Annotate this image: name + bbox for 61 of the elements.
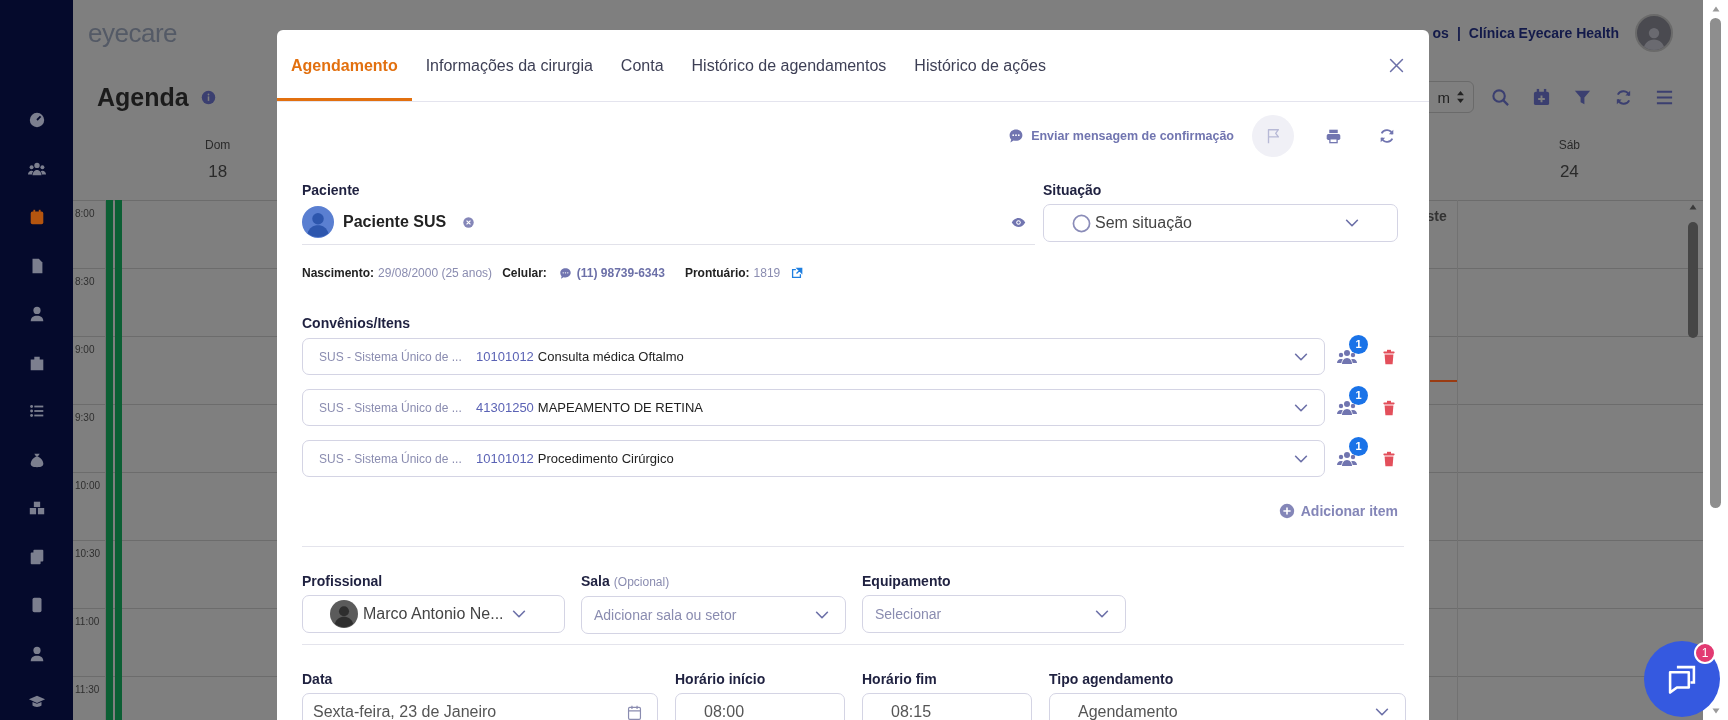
count-badge: 1 <box>1349 436 1368 456</box>
procedure-code: 10101012 <box>476 451 534 466</box>
item-select[interactable]: SUS - Sistema Único de ... 10101012 Procedimento Cirúrgico <box>302 440 1325 477</box>
field-label: Sala <box>581 573 610 590</box>
time-label: 9:30 <box>75 412 95 423</box>
day-name: Sáb <box>1558 138 1581 152</box>
field-label: Equipamento <box>862 573 952 590</box>
send-confirmation-link[interactable]: Enviar mensagem de confirmação <box>1008 128 1234 144</box>
phone-number[interactable]: (11) 98739-6343 <box>576 266 665 280</box>
birth-date: 29/08/2000 (25 anos) <box>378 266 493 280</box>
tab[interactable]: Informações da cirurgia <box>411 30 607 101</box>
procedure-code: 41301250 <box>476 400 534 415</box>
time-label: 8:30 <box>75 276 95 287</box>
patient-field[interactable]: Paciente SUS <box>302 200 1035 245</box>
time-label: 11:00 <box>75 616 100 627</box>
procedure-code: 10101012 <box>476 349 534 364</box>
user-name: os <box>1432 25 1449 41</box>
start-time-field[interactable]: 08:00 <box>675 693 845 720</box>
time-label: 10:30 <box>75 548 101 559</box>
field-label: Horário início <box>675 671 767 688</box>
field-label: Data <box>302 671 334 688</box>
record-number: 1819 <box>753 266 781 280</box>
status-select[interactable]: Sem situação <box>1043 204 1398 242</box>
count-badge: 1 <box>1349 385 1368 405</box>
field-label: Paciente <box>302 182 361 199</box>
tab[interactable]: Conta <box>606 30 678 101</box>
insurance-name: SUS - Sistema Único de ... <box>319 400 463 415</box>
patient-name: Paciente SUS <box>343 213 447 231</box>
procedure-name: Procedimento Cirúrgico <box>537 451 674 466</box>
field-label: Situação <box>1043 182 1103 199</box>
time-label: 8:00 <box>75 208 95 219</box>
field-label: Horário fim <box>862 671 938 688</box>
field-label: Tipo agendamento <box>1049 671 1175 688</box>
time-label: 11:30 <box>75 684 100 695</box>
time-label: 9:00 <box>75 344 95 355</box>
info-label: Prontuário: <box>684 266 750 280</box>
count-badge: 1 <box>1349 334 1368 354</box>
optional-hint: (Opcional) <box>613 574 670 591</box>
day-name: Dom <box>204 138 231 152</box>
insurance-name: SUS - Sistema Único de ... <box>319 349 463 364</box>
field-label: Profissional <box>302 573 384 590</box>
procedure-name: Consulta médica Oftalmo <box>537 349 684 364</box>
tab[interactable]: Histórico de agendamentos <box>677 30 901 101</box>
field-label: Convênios/Itens <box>302 315 412 332</box>
item-select[interactable]: SUS - Sistema Único de ... 10101012 Consulta médica Oftalmo <box>302 338 1325 375</box>
separator: | <box>1456 25 1461 41</box>
procedure-name: MAPEAMENTO DE RETINA <box>537 400 704 415</box>
day-number[interactable]: 18 <box>208 162 228 182</box>
page-title: Agenda <box>97 82 189 112</box>
type-select[interactable]: Agendamento <box>1049 693 1406 720</box>
info-label: Celular: <box>502 266 547 280</box>
clinic-name[interactable]: Clínica Eyecare Health <box>1468 25 1619 41</box>
day-number[interactable]: 24 <box>1559 162 1579 182</box>
info-label: Nascimento: <box>302 266 375 280</box>
end-time-field[interactable]: 08:15 <box>862 693 1032 720</box>
time-label: 10:00 <box>75 480 101 491</box>
professional-select[interactable]: Marco Antonio Ne... <box>302 595 565 633</box>
date-field[interactable]: Sexta-feira, 23 de Janeiro <box>302 693 658 720</box>
insurance-name: SUS - Sistema Único de ... <box>319 451 463 466</box>
item-select[interactable]: SUS - Sistema Único de ... 41301250 MAPEAMENTO DE RETINA <box>302 389 1325 426</box>
tab[interactable]: Histórico de ações <box>900 30 1060 101</box>
